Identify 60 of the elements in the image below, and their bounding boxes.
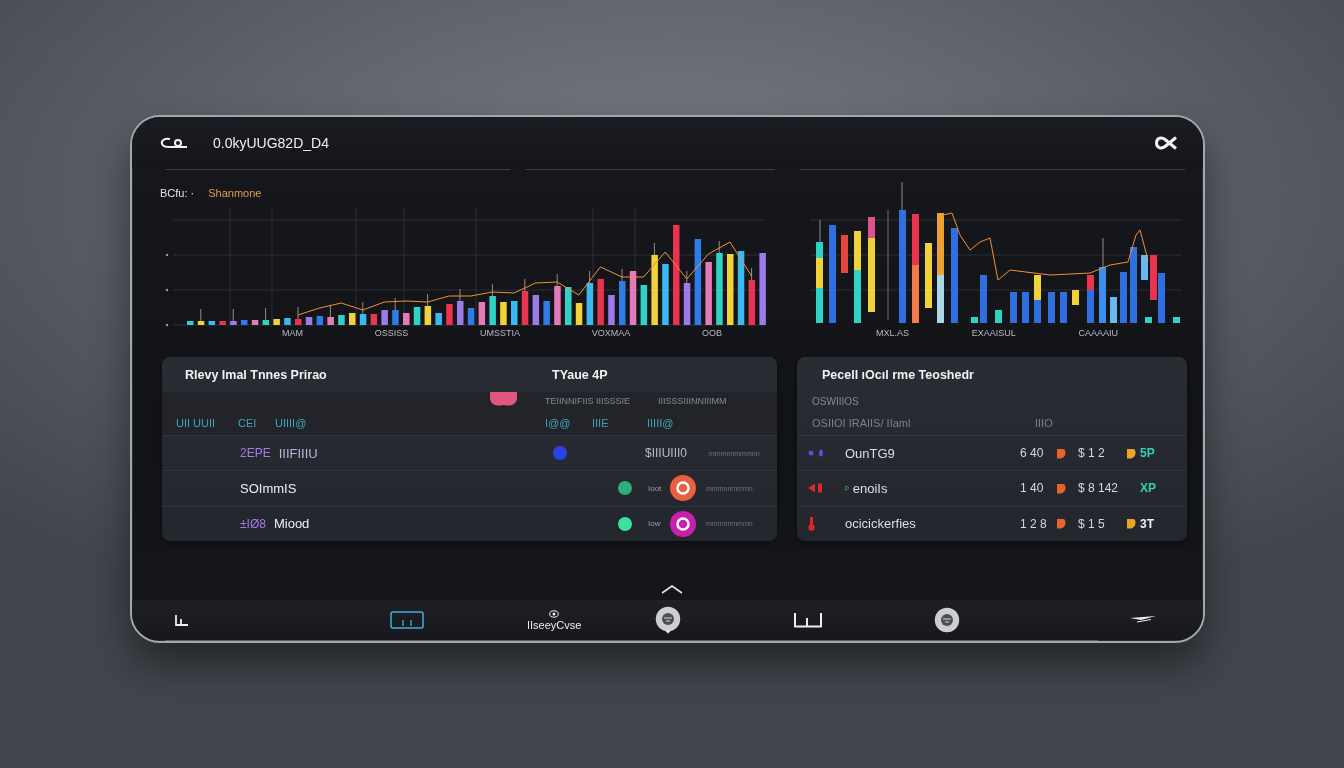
column-header: OSIIOI IRAIIS/ IIaml <box>812 416 912 429</box>
panel-title: Rlevy Imal Tnnes Prirao <box>185 367 328 382</box>
axis-label: OSSISS <box>374 328 409 338</box>
column-header: IIIE <box>592 416 610 429</box>
row-tag: 2EPE <box>240 446 271 461</box>
row-prefix: ᵖ <box>845 483 849 494</box>
suffix-text: 5P <box>1140 446 1156 461</box>
axis-label: EXAAISUL <box>971 328 1016 338</box>
axis-icon <box>174 614 190 626</box>
panel-subtitle: OSWIIIOS <box>812 395 859 407</box>
row-tag: ±IØ8 <box>240 516 266 531</box>
nav-button[interactable]: IIseeyCvse <box>525 607 584 633</box>
row-name: OunTG9 <box>845 445 895 461</box>
eye-icon <box>549 609 560 618</box>
price-text: $ 1 5 <box>1078 516 1106 531</box>
row-name: Miood <box>273 516 310 532</box>
column-header: IIIO <box>1035 416 1054 429</box>
column-header: UII UUII <box>176 416 217 429</box>
chart-label: BCfu: · <box>160 187 195 199</box>
quantity-text: 6 40 <box>1020 446 1045 461</box>
logo-icon <box>160 137 188 149</box>
emblem-icon <box>934 607 961 633</box>
column-header: CEI <box>238 416 258 429</box>
row-name: enoiIs <box>852 481 888 496</box>
marker-icon <box>490 392 517 407</box>
axis-label: MXL.AS <box>876 328 909 338</box>
tag-icon <box>1056 447 1066 459</box>
bracket-icon <box>793 612 824 628</box>
axis-label: UMSSTIA <box>480 328 520 338</box>
ruler-icon <box>390 611 424 629</box>
tag-icon <box>1056 483 1066 494</box>
axis-label: CAAAAIU <box>1078 328 1118 338</box>
column-subheader: IIISSSIIINNIIIMM <box>658 396 727 406</box>
row-name: ocicickerfies <box>845 516 916 532</box>
quantity-text: 1 40 <box>1020 481 1045 496</box>
axis-label: MAM <box>282 328 303 338</box>
tag-icon <box>1056 518 1066 530</box>
suffix-text: XP <box>1140 481 1157 496</box>
chart-sublabel: Shanmone <box>208 187 262 199</box>
alpha-icon[interactable] <box>1155 136 1177 150</box>
row-value: $IIIUIII0 <box>645 446 689 461</box>
row-name: IIIFIIIU <box>278 445 318 461</box>
column-header: IIIII@ <box>647 416 675 429</box>
suffix-text: 3T <box>1140 516 1155 531</box>
quantity-text: 1 2 8 <box>1020 516 1048 531</box>
column-header: I@@ <box>545 416 572 429</box>
axis-label: OOB <box>702 328 722 338</box>
column-subheader: TEIINNIFIIS IIISSSIE <box>545 396 631 406</box>
column-header: UIIII@ <box>275 416 308 429</box>
axis-label: VOXMAA <box>591 328 631 338</box>
price-text: $ 1 2 <box>1078 446 1106 461</box>
price-text: $ 8 142 <box>1078 481 1120 496</box>
row-caption: Ioot <box>648 484 663 493</box>
panel-title: TYaue 4P <box>552 367 609 382</box>
chevron-up-icon[interactable] <box>660 584 684 594</box>
window-title: 0.0kyUUG82D_D4 <box>213 135 329 151</box>
emblem-icon <box>655 606 682 634</box>
row-caption: Iow <box>648 519 662 529</box>
row-name: SOImmIS <box>240 481 297 496</box>
panel-title: Pecell ıOcıl rme Teoshedr <box>822 367 975 382</box>
